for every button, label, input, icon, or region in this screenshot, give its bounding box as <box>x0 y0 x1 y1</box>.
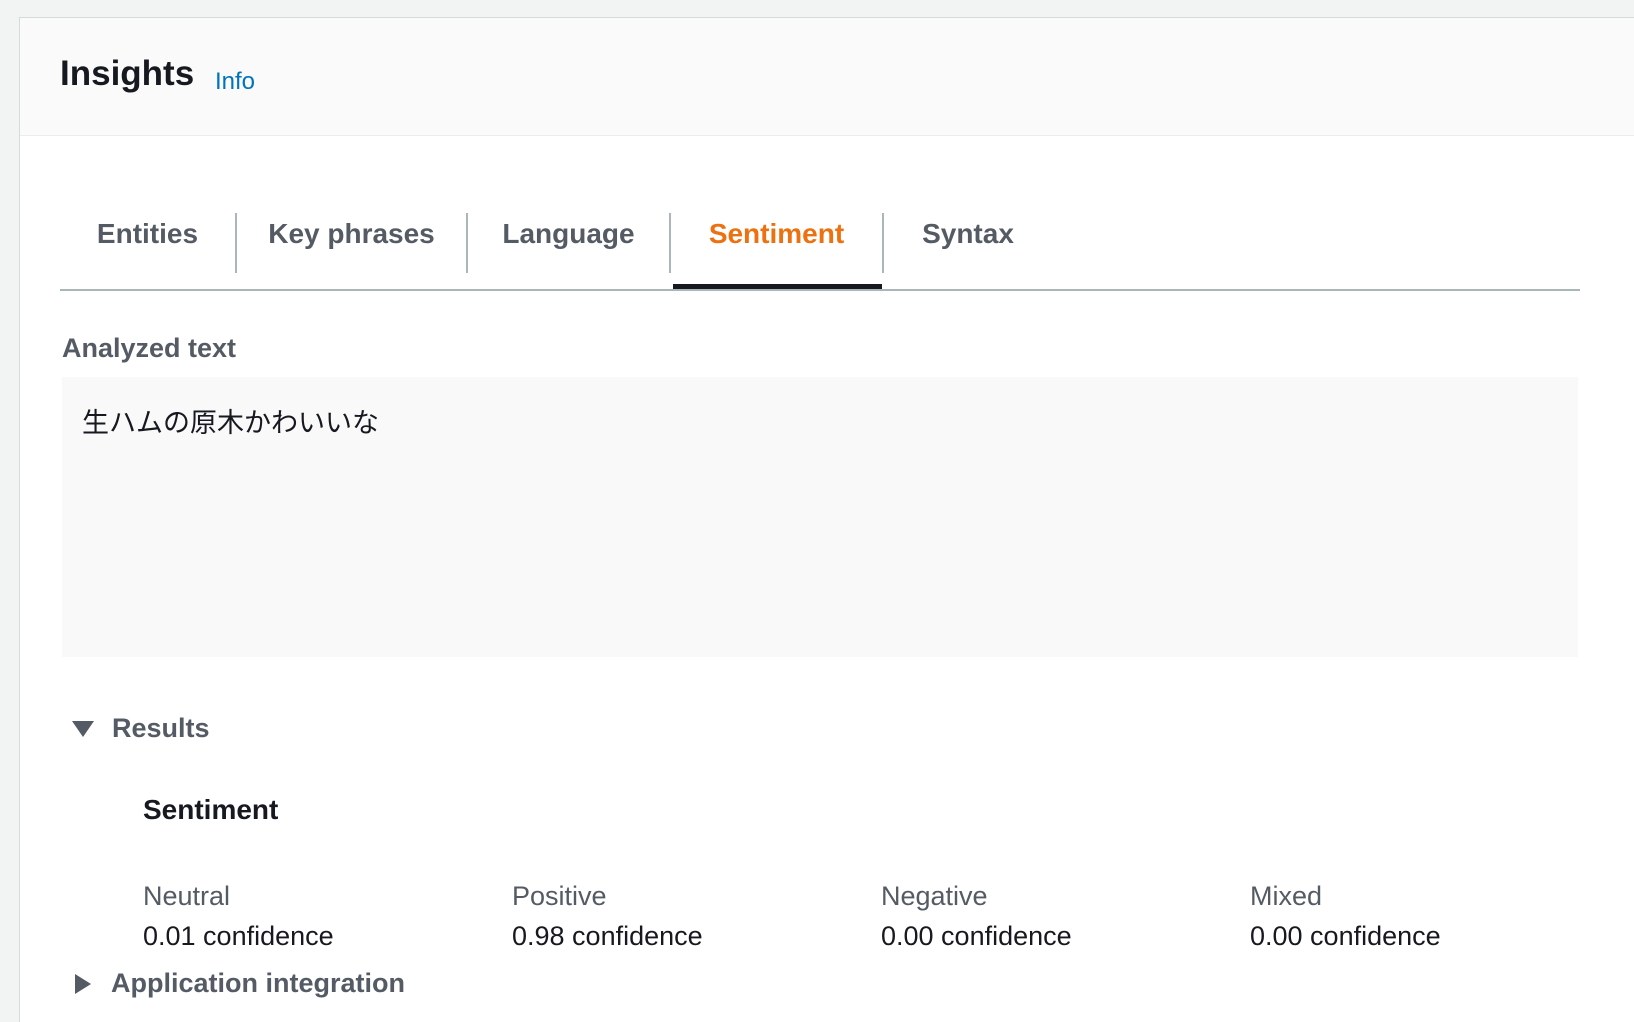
tabs-baseline <box>60 289 1580 291</box>
score-label: Neutral <box>143 881 231 911</box>
panel-title: Insights <box>60 54 195 93</box>
caret-down-icon <box>72 720 94 737</box>
tab-sentiment-label: Sentiment <box>708 218 845 249</box>
tab-language-label: Language <box>502 218 635 249</box>
score-label: Positive <box>512 881 607 911</box>
caret-right-icon <box>75 973 91 994</box>
tab-sentiment[interactable]: Sentiment <box>671 196 882 289</box>
score-label: Negative <box>881 881 988 911</box>
tab-key-phrases-label: Key phrases <box>268 218 435 249</box>
application-integration-label: Application integration <box>111 968 405 998</box>
tab-language[interactable]: Language <box>468 196 669 288</box>
score-mixed: Mixed 0.00 confidence <box>1250 876 1441 956</box>
tab-syntax[interactable]: Syntax <box>884 196 1052 288</box>
score-neutral: Neutral 0.01 confidence <box>143 876 334 956</box>
score-value: 0.00 confidence <box>881 921 1072 951</box>
score-value: 0.01 confidence <box>143 921 334 951</box>
info-link[interactable]: Info <box>215 70 255 94</box>
score-value: 0.98 confidence <box>512 921 703 951</box>
tab-bar: Entities Key phrases Language Sentiment … <box>60 196 1580 291</box>
results-label: Results <box>112 713 210 743</box>
analyzed-text-label: Analyzed text <box>62 333 237 363</box>
tab-key-phrases[interactable]: Key phrases <box>237 196 466 288</box>
tab-syntax-label: Syntax <box>922 218 1014 249</box>
analyzed-text-box: 生ハムの原木かわいいな <box>62 377 1578 657</box>
application-integration-toggle[interactable]: Application integration <box>72 968 405 999</box>
insights-panel: Insights Info Entities Key phrases Langu… <box>19 17 1634 1022</box>
sentiment-result-title: Sentiment <box>143 794 279 825</box>
panel-header: Insights Info <box>20 18 1634 136</box>
score-positive: Positive 0.98 confidence <box>512 876 703 956</box>
score-label: Mixed <box>1250 881 1323 911</box>
tab-entities-label: Entities <box>96 218 199 249</box>
tab-entities[interactable]: Entities <box>60 196 235 288</box>
score-value: 0.00 confidence <box>1250 921 1441 951</box>
results-toggle[interactable]: Results <box>72 713 210 744</box>
score-negative: Negative 0.00 confidence <box>881 876 1072 956</box>
